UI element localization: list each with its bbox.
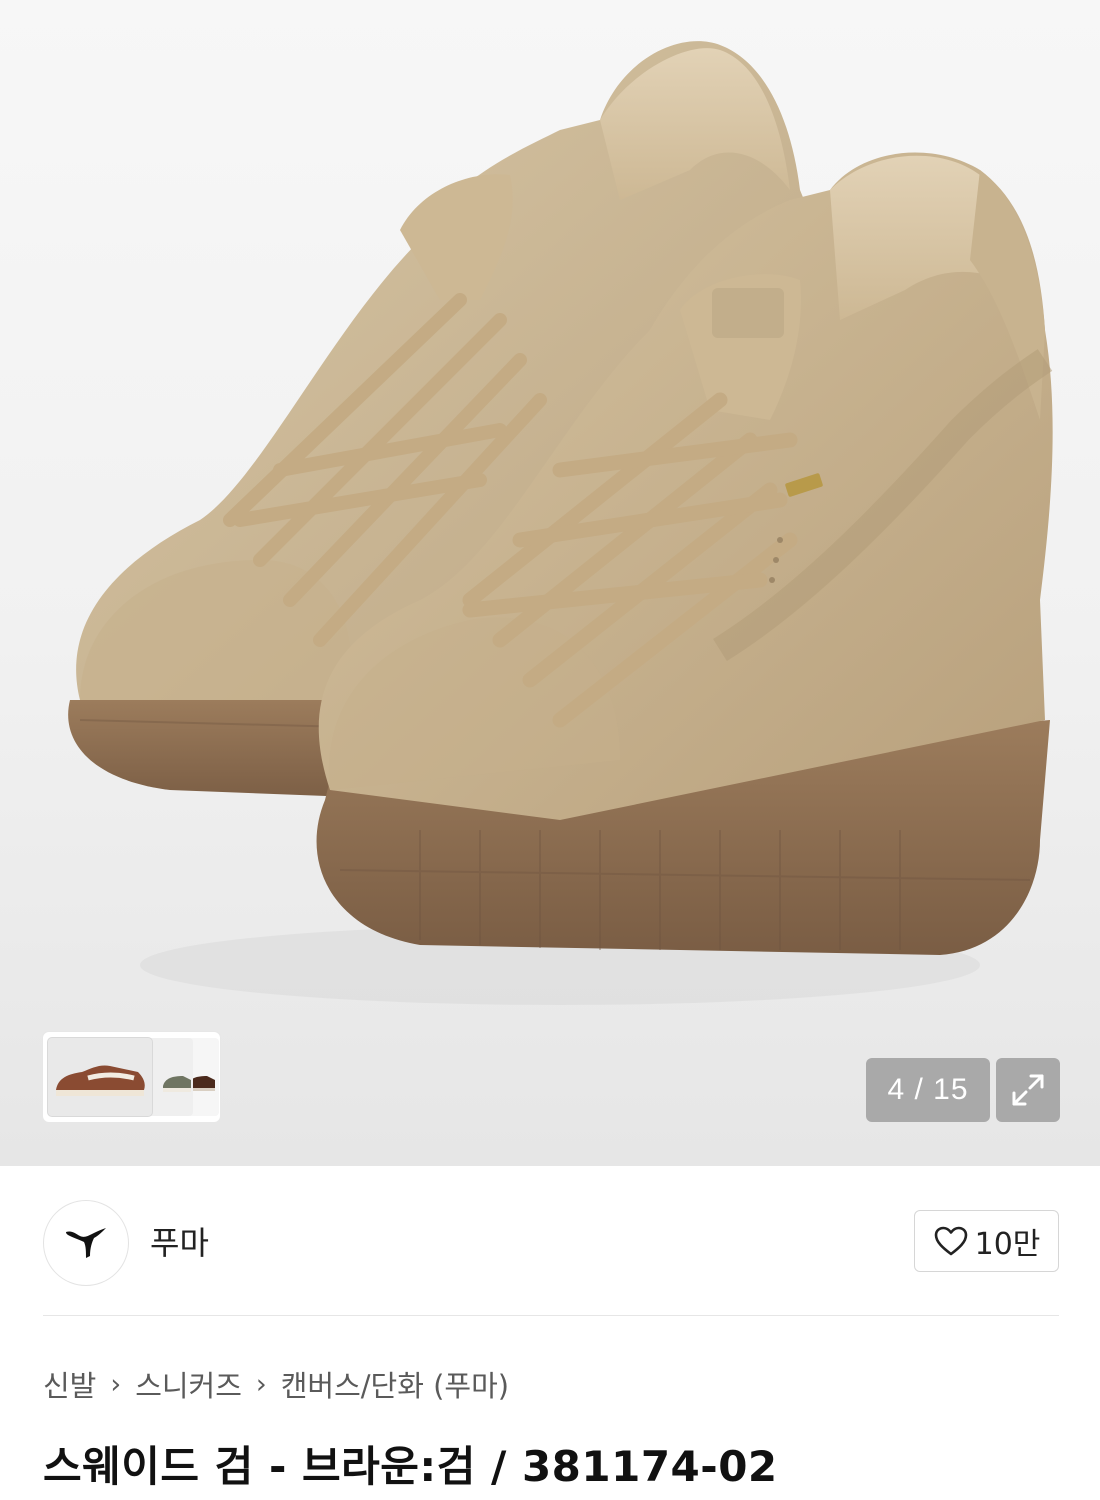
expand-button[interactable] bbox=[996, 1058, 1060, 1122]
divider bbox=[43, 1315, 1059, 1316]
breadcrumb-item-sneakers[interactable]: 스니커즈 bbox=[135, 1363, 242, 1405]
thumbnail-item[interactable] bbox=[48, 1038, 152, 1116]
breadcrumb: 신발 › 스니커즈 › 캔버스/단화 (푸마) bbox=[43, 1362, 509, 1406]
heart-outline-icon bbox=[934, 1226, 967, 1256]
product-title: 스웨이드 검 - 브라운:검 / 381174-02 bbox=[43, 1442, 778, 1491]
chevron-right-icon: › bbox=[255, 1368, 267, 1400]
thumbnail-strip[interactable] bbox=[43, 1032, 220, 1122]
like-button[interactable]: 10만 bbox=[914, 1210, 1059, 1272]
breadcrumb-item-shoes[interactable]: 신발 bbox=[43, 1363, 96, 1405]
image-counter: 4 / 15 bbox=[866, 1058, 990, 1122]
like-count: 10만 bbox=[974, 1227, 1041, 1262]
brand-name[interactable]: 푸마 bbox=[150, 1218, 209, 1264]
breadcrumb-item-canvas[interactable]: 캔버스/단화 (푸마) bbox=[281, 1363, 509, 1405]
product-image-gallery[interactable]: › 4 / 15 bbox=[0, 0, 1100, 1166]
brown-suede-thumb-icon bbox=[56, 1065, 145, 1096]
brand-logo[interactable] bbox=[43, 1200, 129, 1286]
chevron-right-icon: › bbox=[110, 1368, 122, 1400]
puma-logo-icon bbox=[66, 1228, 106, 1258]
product-photo bbox=[68, 41, 1053, 1005]
expand-icon bbox=[1012, 1074, 1044, 1106]
